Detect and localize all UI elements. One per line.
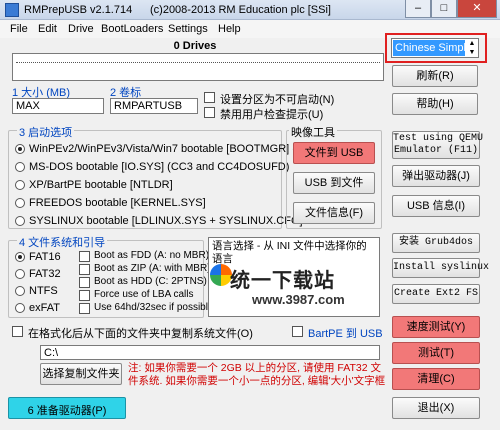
fs-radio-fat16[interactable]	[15, 252, 25, 262]
test-qemu-button[interactable]: Test using QEMU Emulator (F11)	[392, 131, 484, 159]
clean-button[interactable]: 清理(C)	[392, 368, 480, 390]
bartpe-checkbox[interactable]	[292, 326, 303, 337]
close-icon: ✕	[472, 2, 482, 14]
menu-drive[interactable]: Drive	[68, 23, 94, 35]
menu-file[interactable]: File	[10, 23, 28, 35]
boot-options-legend: 3 启动选项	[17, 124, 75, 140]
non-bootable-label: 设置分区为不可启动(N)	[220, 94, 335, 106]
boot-hdd-checkbox[interactable]	[79, 277, 90, 288]
boot-radio-xp[interactable]	[15, 180, 25, 190]
watermark-sub: www.3987.com	[252, 292, 345, 307]
boot-radio-msdos[interactable]	[15, 162, 25, 172]
fs-label-ntfs: NTFS	[29, 285, 58, 297]
boot-label-xp: XP/BartPE bootable [NTLDR]	[29, 179, 173, 191]
image-tools-group: 映像工具 文件到 USB USB 到文件 文件信息(F)	[286, 124, 382, 229]
menu-help[interactable]: Help	[218, 23, 241, 35]
watermark-logo-mark	[210, 264, 232, 286]
size-input[interactable]: MAX	[12, 98, 104, 114]
test-button[interactable]: 测试(T)	[392, 342, 480, 364]
non-bootable-checkbox[interactable]	[204, 92, 215, 103]
language-value: Chinese Simpli	[393, 40, 465, 56]
watermark-main: 统一下载站	[230, 270, 335, 292]
boot-zip-label: Boot as ZIP (A: with MBR)	[94, 263, 211, 274]
force-lba-label: Force use of LBA calls	[94, 289, 194, 300]
use-64hd-checkbox[interactable]	[79, 303, 90, 314]
copy-files-label: 在格式化后从下面的文件夹中复制系统文件(O)	[28, 328, 253, 340]
language-select[interactable]: Chinese Simpli ▲ ▼	[391, 38, 479, 58]
speed-test-button[interactable]: 速度测试(Y)	[392, 316, 480, 338]
copy-files-checkbox[interactable]	[12, 326, 23, 337]
usb-info-button[interactable]: USB 信息(I)	[392, 195, 480, 217]
drive-list-focus-line	[16, 62, 380, 63]
fs-radio-ntfs[interactable]	[15, 286, 25, 296]
drives-count: 0 Drives	[173, 40, 217, 52]
choose-folder-button[interactable]: 选择复制文件夹	[40, 363, 122, 385]
boot-fdd-label: Boot as FDD (A: no MBR)	[94, 250, 210, 261]
disable-prompts-label: 禁用用户检查提示(U)	[220, 109, 324, 121]
use-64hd-label: Use 64hd/32sec if possible	[94, 302, 214, 313]
maximize-icon: □	[440, 2, 448, 14]
window-title: RMPrepUSB v2.1.714	[24, 4, 133, 16]
create-ext2-button[interactable]: Create Ext2 FS	[392, 284, 480, 304]
fs-label-exfat: exFAT	[29, 302, 60, 314]
force-lba-checkbox[interactable]	[79, 290, 90, 301]
exit-button[interactable]: 退出(X)	[392, 397, 480, 419]
boot-zip-checkbox[interactable]	[79, 264, 90, 275]
fs-radio-fat32[interactable]	[15, 269, 25, 279]
close-button[interactable]: ✕	[457, 0, 497, 18]
boot-label-msdos: MS-DOS bootable [IO.SYS] (CC3 and CC4DOS…	[29, 161, 290, 173]
file-to-usb-button[interactable]: 文件到 USB	[293, 142, 375, 164]
boot-label-winpe: WinPEv2/WinPEv3/Vista/Win7 bootable [BOO…	[29, 143, 322, 155]
minimize-button[interactable]: –	[405, 0, 431, 18]
watermark-logo: 统一下载站 www.3987.com	[210, 262, 380, 312]
test-qemu-label-1: Test using QEMU	[393, 133, 484, 144]
fs-label-fat32: FAT32	[29, 268, 61, 280]
usb-to-file-button[interactable]: USB 到文件	[293, 172, 375, 194]
maximize-button[interactable]: □	[431, 0, 457, 18]
boot-options-group: 3 启动选项 WinPEv2/WinPEv3/Vista/Win7 bootab…	[8, 124, 322, 229]
test-qemu-label-2: Emulator (F11)	[393, 145, 478, 156]
boot-radio-freedos[interactable]	[15, 198, 25, 208]
boot-label-freedos: FREEDOS bootable [KERNEL.SYS]	[29, 197, 206, 209]
boot-radio-winpe[interactable]	[15, 144, 25, 154]
minimize-icon: –	[414, 2, 422, 14]
boot-hdd-label: Boot as HDD (C: 2PTNS)	[94, 276, 207, 287]
folder-path-input[interactable]: C:\	[40, 345, 380, 360]
filesystem-group: 4 文件系统和引导 FAT16 FAT32 NTFS exFAT Boot as…	[8, 234, 214, 318]
spin-arrows-icon[interactable]: ▲ ▼	[466, 39, 478, 57]
eject-button[interactable]: 弹出驱动器(J)	[392, 165, 480, 187]
app-icon	[5, 3, 19, 17]
filesystem-legend: 4 文件系统和引导	[17, 234, 108, 250]
fs-label-fat16: FAT16	[29, 251, 61, 263]
fs-radio-exfat[interactable]	[15, 303, 25, 313]
menu-bootloaders[interactable]: BootLoaders	[101, 23, 163, 35]
file-info-button[interactable]: 文件信息(F)	[293, 202, 375, 224]
menu-settings[interactable]: Settings	[168, 23, 208, 35]
disable-prompts-checkbox[interactable]	[204, 107, 215, 118]
help-button[interactable]: 帮助(H)	[392, 93, 478, 115]
refresh-button[interactable]: 刷新(R)	[392, 65, 478, 87]
install-syslinux-button[interactable]: Install syslinux	[392, 258, 489, 278]
title-bar: RMPrepUSB v2.1.714 (c)2008-2013 RM Educa…	[0, 0, 500, 20]
note-text: 注: 如果你需要一个 2GB 以上的分区, 请使用 FAT32 文件系统. 如果…	[128, 362, 386, 387]
install-grub4dos-button[interactable]: 安装 Grub4dos	[392, 233, 480, 253]
prepare-drive-label: 6 准备驱动器(P)	[27, 405, 107, 417]
boot-label-syslinux: SYSLINUX bootable [LDLINUX.SYS + SYSLINU…	[29, 215, 303, 227]
menu-edit[interactable]: Edit	[38, 23, 57, 35]
bartpe-label: BartPE 到 USB	[308, 328, 383, 340]
boot-radio-syslinux[interactable]	[15, 216, 25, 226]
prepare-drive-button[interactable]: 6 准备驱动器(P)	[8, 397, 126, 419]
volume-input[interactable]: RMPARTUSB	[110, 98, 198, 114]
window-copyright: (c)2008-2013 RM Education plc [SSi]	[150, 4, 331, 16]
boot-fdd-checkbox[interactable]	[79, 251, 90, 262]
image-tools-legend: 映像工具	[289, 124, 337, 140]
drive-list[interactable]	[12, 53, 384, 81]
